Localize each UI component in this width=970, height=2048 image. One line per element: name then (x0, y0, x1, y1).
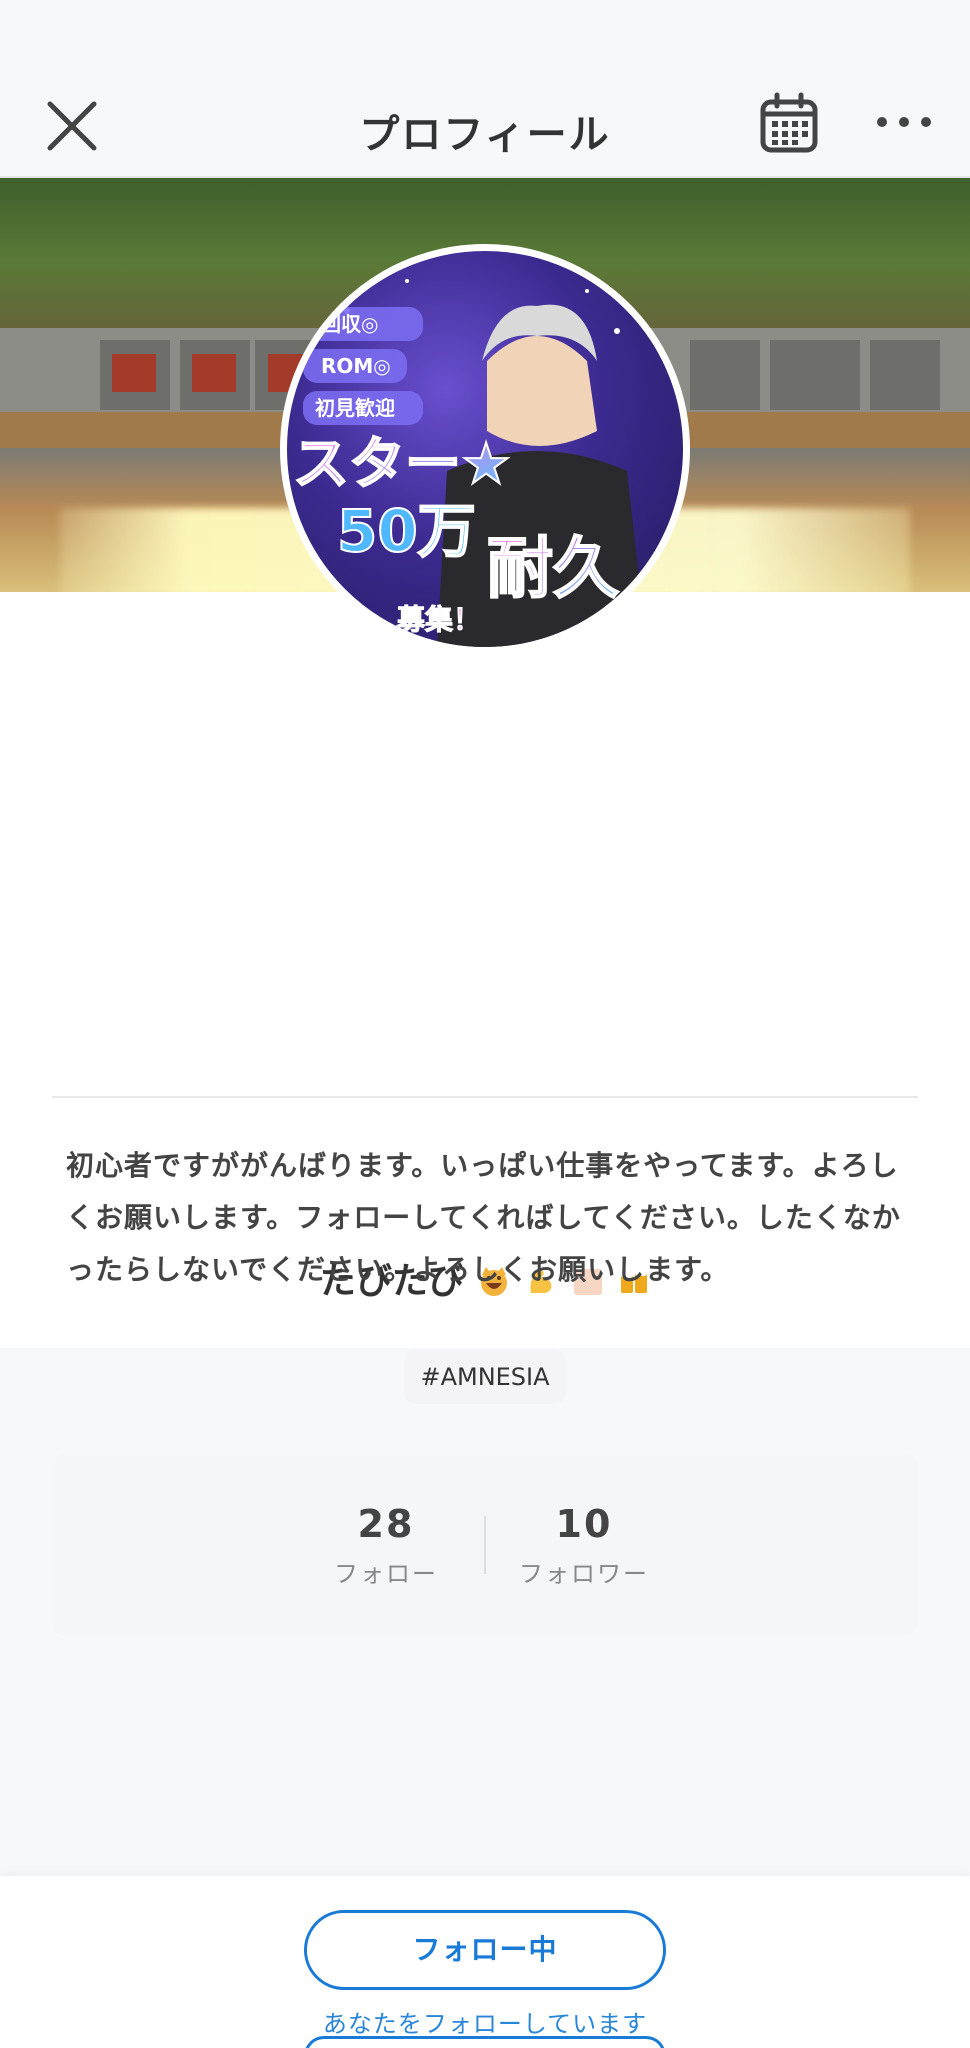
profile-card: たびたび #AMNESIA 28 フォロー 10 フォロワー 初心者ですががんば… (0, 592, 970, 1636)
avatar-line-5: 50万 (337, 497, 476, 565)
calendar-icon[interactable] (760, 92, 818, 154)
followers-label: フォロワー (519, 1560, 649, 1588)
secondary-button-peek[interactable] (304, 2036, 666, 2048)
more-icon[interactable] (874, 110, 934, 134)
bottom-action-bar: フォロー中 あなたをフォローしています (0, 1876, 970, 2048)
following-label: フォロー (334, 1560, 438, 1588)
avatar-line-4: スター★ (293, 432, 511, 497)
profile-bio: 初心者ですががんばります。いっぱい仕事をやってます。よろしくお願いします。フォロ… (66, 1149, 901, 1286)
followers-stat[interactable]: 10 フォロワー (484, 1502, 684, 1589)
section-divider (52, 1096, 918, 1098)
avatar-line-7: 募集！ (396, 603, 481, 636)
avatar-line-2: ROM◎ (321, 354, 391, 378)
page-title: プロフィール (359, 112, 611, 158)
follows-you-label: あなたをフォローしています (322, 2010, 648, 2038)
avatar-line-6: 耐久 (487, 530, 619, 607)
following-stat[interactable]: 28 フォロー (286, 1502, 486, 1589)
avatar-line-1: 回収◎ (321, 312, 378, 336)
status-bar-area (0, 0, 970, 92)
follow-stats: 28 フォロー 10 フォロワー (52, 1454, 918, 1636)
avatar-line-3: 初見歓迎 (315, 396, 395, 420)
following-button[interactable]: フォロー中 (304, 1910, 666, 1990)
following-count: 28 (357, 1502, 415, 1546)
followers-count: 10 (555, 1502, 613, 1546)
avatar[interactable]: 回収◎ ROM◎ 初見歓迎 スター★ 50万 耐久 募集！ (280, 244, 690, 654)
top-bar: プロフィール (0, 92, 970, 178)
profile-tag[interactable]: #AMNESIA (404, 1350, 566, 1404)
avatar-artwork: 回収◎ ROM◎ 初見歓迎 スター★ 50万 耐久 募集！ (292, 279, 647, 647)
